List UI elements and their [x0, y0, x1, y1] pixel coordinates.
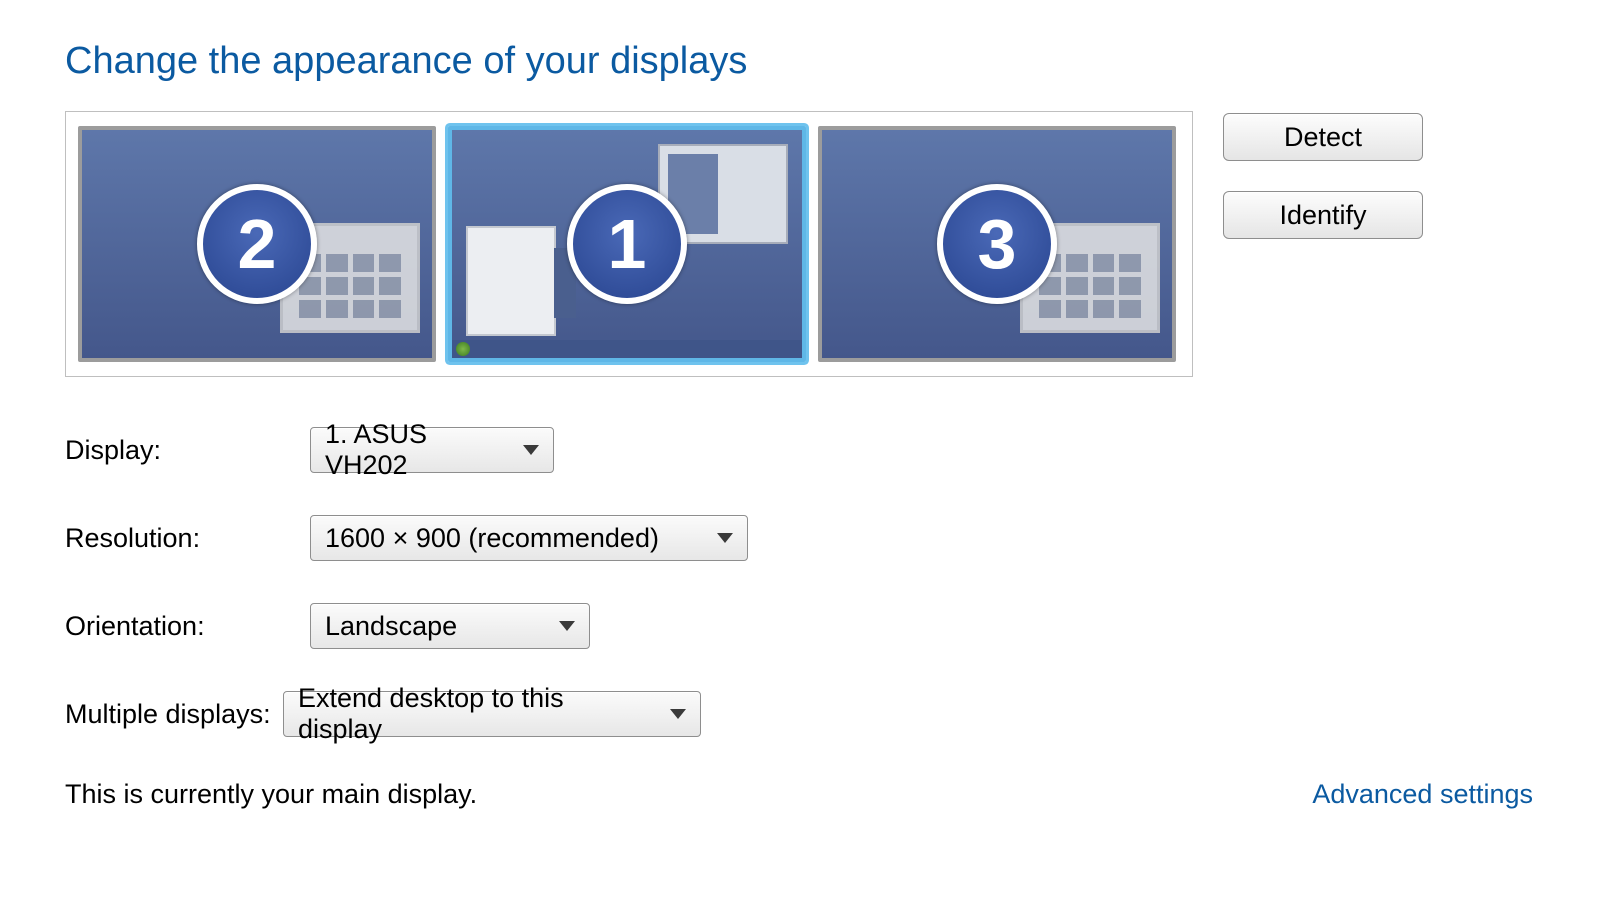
orientation-dropdown-value: Landscape — [325, 611, 457, 642]
monitor-number-badge: 3 — [937, 184, 1057, 304]
resolution-label: Resolution: — [65, 523, 310, 554]
monitor-3[interactable]: 3 — [818, 126, 1176, 362]
multiple-displays-dropdown-value: Extend desktop to this display — [298, 683, 652, 745]
orientation-dropdown[interactable]: Landscape — [310, 603, 590, 649]
chevron-down-icon — [670, 709, 686, 719]
multiple-displays-dropdown[interactable]: Extend desktop to this display — [283, 691, 701, 737]
page-title: Change the appearance of your displays — [65, 40, 1535, 83]
advanced-settings-link[interactable]: Advanced settings — [1312, 779, 1533, 810]
display-arrangement-box: 2 1 3 — [65, 111, 1193, 377]
monitor-2[interactable]: 2 — [78, 126, 436, 362]
taskbar-preview-icon — [452, 340, 802, 358]
orientation-label: Orientation: — [65, 611, 310, 642]
display-dropdown[interactable]: 1. ASUS VH202 — [310, 427, 554, 473]
monitor-number-badge: 2 — [197, 184, 317, 304]
resolution-dropdown-value: 1600 × 900 (recommended) — [325, 523, 659, 554]
detect-button[interactable]: Detect — [1223, 113, 1423, 161]
main-display-status: This is currently your main display. — [65, 779, 477, 810]
monitor-number-badge: 1 — [567, 184, 687, 304]
display-dropdown-value: 1. ASUS VH202 — [325, 419, 505, 481]
multiple-displays-label: Multiple displays: — [65, 699, 283, 730]
chevron-down-icon — [559, 621, 575, 631]
chevron-down-icon — [717, 533, 733, 543]
gadget-preview-icon — [466, 226, 556, 336]
chevron-down-icon — [523, 445, 539, 455]
identify-button[interactable]: Identify — [1223, 191, 1423, 239]
display-label: Display: — [65, 435, 310, 466]
resolution-dropdown[interactable]: 1600 × 900 (recommended) — [310, 515, 748, 561]
monitor-1[interactable]: 1 — [448, 126, 806, 362]
